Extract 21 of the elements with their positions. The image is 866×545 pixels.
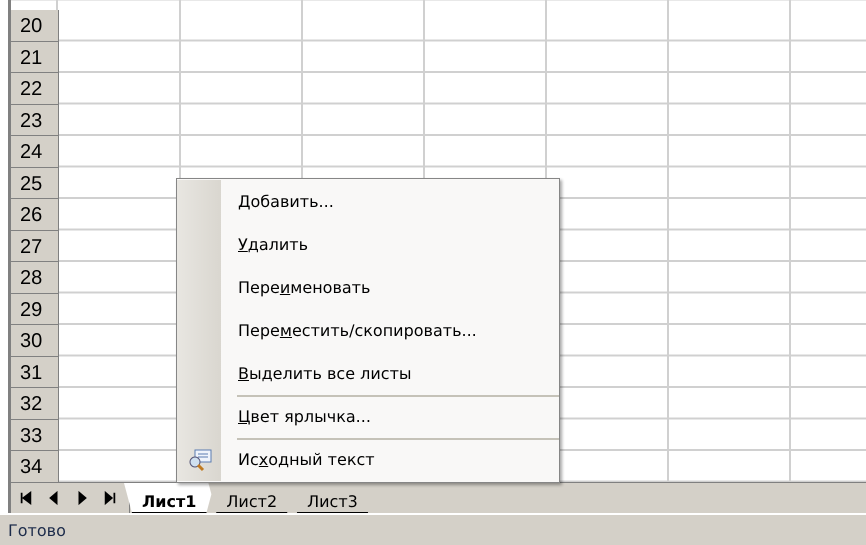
row-header[interactable]: 29 — [11, 294, 59, 325]
row-header[interactable]: 21 — [11, 42, 59, 73]
row-header[interactable]: 30 — [11, 325, 59, 356]
row-header[interactable]: 22 — [11, 73, 59, 104]
row-header[interactable]: 25 — [11, 168, 59, 199]
status-bar: Готово — [0, 513, 866, 545]
row-header[interactable]: 34 — [11, 451, 59, 482]
row-header[interactable]: 32 — [11, 388, 59, 420]
menu-item[interactable]: Исходный текст — [177, 438, 559, 481]
row-header[interactable]: 23 — [11, 104, 59, 136]
row-header[interactable]: 26 — [11, 199, 59, 230]
row-header[interactable]: 31 — [11, 356, 59, 388]
magnifier-document-icon — [186, 448, 212, 472]
row-header[interactable]: 28 — [11, 262, 59, 294]
row-header[interactable]: 20 — [11, 10, 59, 42]
last-sheet-icon[interactable] — [103, 490, 117, 506]
first-sheet-icon[interactable] — [19, 490, 33, 506]
row-header[interactable]: 33 — [11, 420, 59, 451]
row-header[interactable]: 24 — [11, 136, 59, 168]
menu-item[interactable]: Цвет ярлычка... — [177, 395, 559, 438]
row-header[interactable]: 27 — [11, 230, 59, 262]
